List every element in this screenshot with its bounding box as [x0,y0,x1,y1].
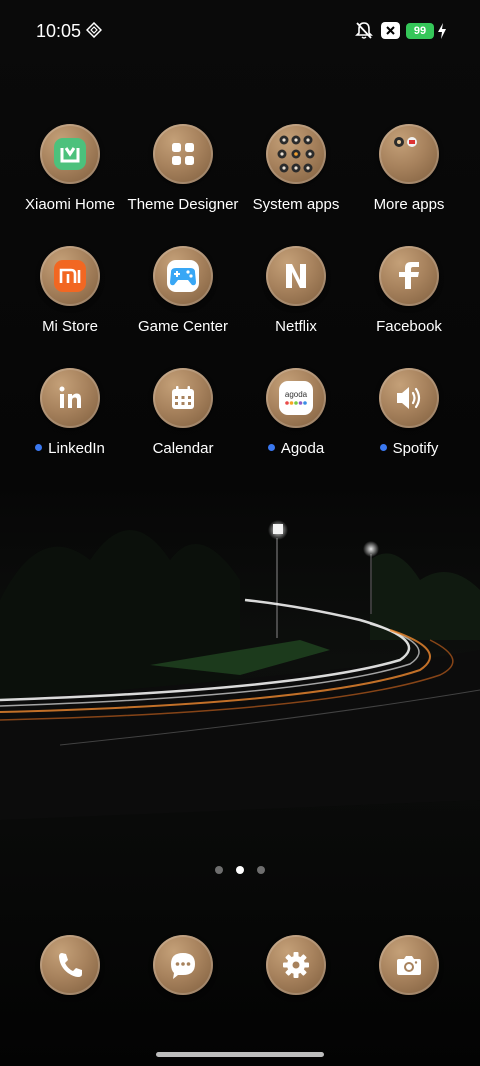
theme-designer-icon [153,124,213,184]
xiaomi-home-icon [40,124,100,184]
battery-icon: 99 [406,23,434,39]
facebook-icon [379,246,439,306]
dock-settings[interactable] [266,935,326,995]
camera-icon [397,956,421,975]
app-agoda[interactable]: agoda Agoda [236,368,356,478]
app-label-text: LinkedIn [48,440,105,457]
nfc-icon [86,22,102,38]
dock-camera[interactable] [379,935,439,995]
app-calendar[interactable]: Calendar [123,368,243,478]
charging-icon [438,23,446,39]
app-label-text: Agoda [280,440,325,457]
page-dot[interactable] [215,866,223,874]
app-theme-designer[interactable]: Theme Designer [123,124,243,234]
agoda-logo-text: agoda [285,390,308,399]
app-game-center[interactable]: Game Center [123,246,243,356]
home-indicator-bar[interactable] [156,1052,324,1057]
new-app-dot [267,443,275,451]
app-xiaomi-home[interactable]: Xiaomi Home [10,124,130,234]
mi-store-icon [40,246,100,306]
folder-system-apps[interactable]: System apps [236,124,356,234]
new-app-dot [35,443,43,451]
folder-more-apps[interactable]: More apps [349,124,469,234]
game-center-icon [153,246,213,306]
dock-messages[interactable] [153,935,213,995]
dock-phone[interactable] [40,935,100,995]
phone-icon [59,953,82,977]
app-label-text: Spotify [392,440,439,457]
mute-icon [355,22,373,39]
app-label: Spotify [339,440,479,457]
page-dot[interactable] [257,866,265,874]
agoda-icon: agoda [266,368,326,428]
x-box-icon [381,22,400,39]
netflix-icon [266,246,326,306]
app-label: More apps [373,196,445,213]
app-spotify[interactable]: Spotify [349,368,469,478]
status-time: 10:05 [36,21,82,41]
app-label: Facebook [376,318,442,335]
system-apps-folder-icon [266,124,326,184]
page-dot-active[interactable] [236,866,244,874]
app-linkedin[interactable]: LinkedIn [10,368,130,478]
app-mi-store[interactable]: Mi Store [10,246,130,356]
more-apps-folder-icon [379,124,439,184]
messages-icon [171,953,195,979]
page-indicator[interactable] [210,866,270,876]
status-bar: 10:05 99 [0,0,480,62]
spotify-icon [379,368,439,428]
app-netflix[interactable]: Netflix [236,246,356,356]
app-facebook[interactable]: Facebook [349,246,469,356]
calendar-icon [153,368,213,428]
linkedin-icon [40,368,100,428]
settings-icon [283,952,309,978]
new-app-dot [379,443,387,451]
